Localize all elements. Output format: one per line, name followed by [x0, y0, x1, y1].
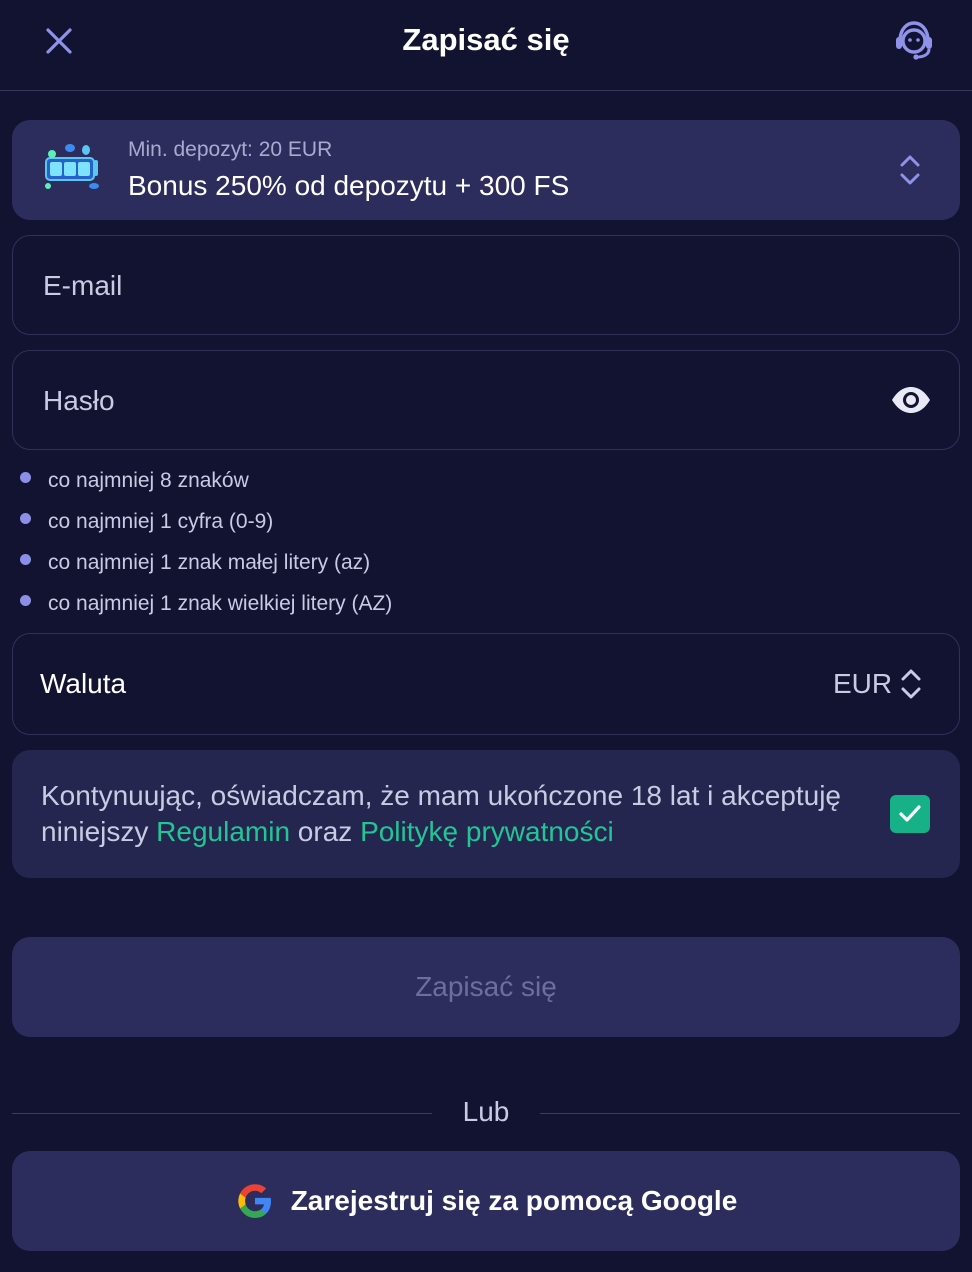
password-rule: co najmniej 1 znak małej litery (az)	[20, 548, 370, 578]
slot-machine-icon	[40, 140, 104, 200]
email-field-container	[12, 235, 960, 336]
bullet-icon	[20, 553, 31, 565]
min-deposit-label: Min. depozyt: 20 EUR	[128, 138, 333, 161]
divider-line	[12, 1113, 432, 1114]
password-rule-text: co najmniej 1 znak wielkiej litery (AZ)	[48, 592, 393, 615]
bullet-icon	[20, 512, 31, 524]
headset-support-icon	[896, 21, 932, 60]
consent-text: Kontynuując, oświadczam, że mam ukończon…	[41, 778, 881, 850]
google-signup-label: Zarejestruj się za pomocą Google	[290, 1185, 738, 1216]
password-field[interactable]	[41, 351, 865, 451]
chevron-up-down-icon	[892, 152, 928, 188]
password-rule-text: co najmniej 8 znaków	[48, 469, 249, 492]
divider-line	[540, 1113, 960, 1114]
email-field[interactable]	[41, 236, 865, 336]
consent-checkbox[interactable]	[890, 795, 930, 833]
page-title: Zapisać się	[402, 22, 570, 57]
currency-value: EUR	[833, 668, 893, 699]
password-rule: co najmniej 1 znak wielkiej litery (AZ)	[20, 589, 392, 619]
terms-link[interactable]: Regulamin	[156, 816, 290, 847]
privacy-policy-link[interactable]: Politykę prywatności	[360, 816, 614, 847]
chevron-up-down-icon	[893, 666, 929, 702]
google-signup-button[interactable]: Zarejestruj się za pomocą Google	[12, 1151, 960, 1251]
currency-label: Waluta	[40, 668, 127, 699]
password-rule: co najmniej 8 znaków	[20, 466, 249, 496]
bullet-icon	[20, 471, 31, 483]
password-rule: co najmniej 1 cyfra (0-9)	[20, 507, 273, 537]
password-rule-text: co najmniej 1 znak małej litery (az)	[48, 551, 371, 574]
password-rule-text: co najmniej 1 cyfra (0-9)	[48, 510, 274, 533]
divider-label: Lub	[462, 1096, 510, 1127]
eye-icon	[892, 387, 930, 413]
bonus-selector[interactable]: Min. depozyt: 20 EUR Bonus 250% od depoz…	[12, 120, 960, 220]
consent-box: Kontynuując, oświadczam, że mam ukończon…	[12, 750, 960, 878]
currency-select[interactable]: Waluta EUR	[12, 633, 960, 735]
submit-button[interactable]: Zapisać się	[12, 937, 960, 1037]
password-field-container	[12, 350, 960, 451]
checkmark-icon	[899, 805, 921, 822]
bullet-icon	[20, 594, 31, 606]
show-password-button[interactable]	[887, 381, 935, 419]
google-icon	[238, 1184, 271, 1218]
bonus-offer-label: Bonus 250% od depozytu + 300 FS	[128, 170, 570, 201]
support-button[interactable]	[886, 16, 942, 64]
consent-text-part: oraz	[290, 816, 361, 847]
